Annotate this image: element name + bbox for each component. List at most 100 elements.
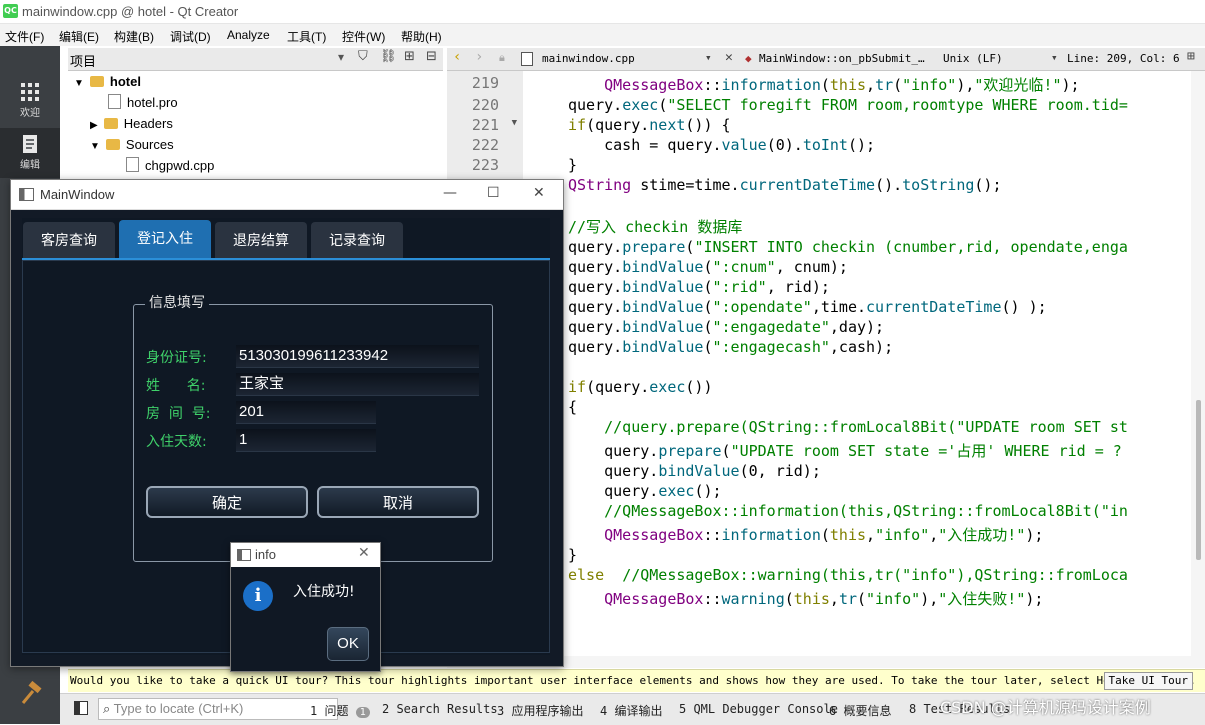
toggle-sidebar-icon[interactable]: [74, 701, 88, 715]
id-number-input[interactable]: 513030199611233942: [236, 345, 479, 368]
tab-check-in[interactable]: 登记入住: [119, 220, 211, 258]
issues-count-badge: 1: [355, 707, 370, 718]
close-icon[interactable]: ✕: [358, 545, 370, 561]
info-title: info: [255, 547, 276, 562]
take-ui-tour-button[interactable]: Take UI Tour: [1103, 672, 1193, 690]
menu-debug[interactable]: 调试(D): [170, 28, 211, 45]
minimize-icon[interactable]: —: [443, 185, 457, 201]
csdn-watermark: CSDN @计算机源码设计案例: [940, 698, 1151, 717]
tab-search-results[interactable]: 2 Search Results: [382, 702, 498, 716]
menu-bar: 文件(F) 编辑(E) 构建(B) 调试(D) Analyze 工具(T) 控件…: [0, 24, 1205, 46]
dropdown-arrow-icon[interactable]: ▾: [338, 50, 344, 64]
chevron-right-icon: ▶: [90, 120, 98, 131]
search-icon: ⌕: [103, 701, 111, 716]
tab-issues[interactable]: 1 问题 1: [310, 702, 370, 719]
line-ending-selector[interactable]: Unix (LF): [943, 52, 1003, 65]
line-number: 219: [471, 74, 499, 92]
window-app-icon: [237, 549, 251, 561]
mode-welcome[interactable]: 欢迎: [0, 76, 60, 126]
line-number: 221: [471, 116, 499, 134]
tree-item-sources[interactable]: ▼ Sources: [90, 135, 174, 155]
chevron-down-icon: ▼: [74, 78, 84, 89]
id-number-label: 身份证号:: [146, 350, 207, 366]
close-icon[interactable]: ✕: [533, 185, 545, 201]
ui-tour-bar: Would you like to take a quick UI tour? …: [68, 669, 1205, 692]
grid-icon: [21, 83, 39, 101]
split-icon[interactable]: ⊞: [404, 49, 415, 64]
info-title-bar: info ✕: [231, 543, 380, 567]
forward-arrow-icon[interactable]: ›: [475, 49, 483, 65]
line-ending-dropdown-icon[interactable]: ▾: [1051, 51, 1058, 64]
folder-icon: [103, 118, 118, 129]
ok-button[interactable]: OK: [327, 627, 369, 661]
chevron-down-icon: ▼: [90, 141, 100, 152]
window-app-icon: [19, 188, 34, 201]
mode-edit[interactable]: 编辑: [0, 128, 60, 178]
menu-analyze[interactable]: Analyze: [227, 28, 270, 42]
menu-widgets[interactable]: 控件(W): [342, 28, 385, 45]
cursor-position[interactable]: Line: 209, Col: 6: [1067, 52, 1180, 65]
fold-marker-icon[interactable]: ▼: [512, 118, 517, 128]
function-tabs: 客房查询 登记入住 退房结算 记录查询: [22, 220, 550, 258]
name-label: 姓 名:: [146, 378, 206, 394]
info-message: 入住成功!: [293, 584, 355, 600]
tab-compile-output[interactable]: 4 编译输出: [600, 702, 662, 719]
confirm-button[interactable]: 确定: [146, 486, 308, 518]
mainwindow-title: MainWindow: [40, 187, 115, 202]
folder-icon: [105, 139, 120, 150]
stay-days-input[interactable]: 1: [236, 429, 376, 452]
menu-edit[interactable]: 编辑(E): [59, 28, 99, 45]
mode-welcome-label: 欢迎: [20, 108, 40, 119]
tab-application-output[interactable]: 3 应用程序输出: [497, 702, 583, 719]
cancel-button[interactable]: 取消: [317, 486, 479, 518]
name-input[interactable]: 王家宝: [236, 373, 479, 396]
information-icon: i: [243, 581, 273, 611]
open-file-name[interactable]: mainwindow.cpp: [542, 52, 635, 65]
menu-file[interactable]: 文件(F): [5, 28, 44, 45]
line-number: 220: [471, 96, 499, 114]
tree-item-headers[interactable]: ▶ Headers: [90, 114, 173, 134]
split-editor-icon[interactable]: ⊞: [1187, 49, 1195, 64]
close-file-icon[interactable]: ✕: [725, 50, 733, 65]
tree-item-hotel[interactable]: ▼ hotel: [74, 72, 141, 92]
locator-input[interactable]: ⌕ Type to locate (Ctrl+K): [98, 698, 338, 720]
tree-item-chgpwd[interactable]: chgpwd.cpp: [126, 156, 214, 176]
code-editor[interactable]: QMessageBox::information(this,tr("info")…: [523, 71, 1191, 656]
info-message-box: info ✕ i 入住成功! OK: [230, 542, 381, 672]
filter-icon[interactable]: ⛉: [358, 49, 368, 64]
symbol-selector[interactable]: MainWindow::on_pbSubmit_…: [759, 52, 925, 65]
window-title: mainwindow.cpp @ hotel - Qt Creator: [22, 4, 239, 19]
line-number: 222: [471, 136, 499, 154]
tree-item-hotel-pro[interactable]: hotel.pro: [108, 93, 178, 113]
tab-qml-debugger-console[interactable]: 5 QML Debugger Console: [679, 702, 838, 716]
tab-room-query[interactable]: 客房查询: [23, 222, 115, 258]
groupbox-title: 信息填写: [145, 292, 209, 312]
close-panel-icon[interactable]: ⊟: [426, 49, 437, 64]
file-dropdown-arrow-icon[interactable]: ▾: [705, 51, 712, 64]
editor-vertical-scrollbar[interactable]: [1191, 71, 1205, 656]
pro-file-icon: [108, 94, 121, 109]
mainwindow-title-bar: MainWindow — ☐ ✕: [11, 180, 563, 210]
scrollbar-thumb[interactable]: [1196, 400, 1201, 560]
qt-creator-logo-icon: QC: [3, 4, 18, 18]
project-folder-icon: [89, 76, 104, 87]
ui-tour-message: Would you like to take a quick UI tour? …: [70, 674, 1196, 687]
editor-toolbar: ‹ › 🔒︎ mainwindow.cpp ▾ ✕ ◆ MainWindow::…: [447, 48, 1205, 71]
line-number: 223: [471, 156, 499, 174]
menu-help[interactable]: 帮助(H): [401, 28, 442, 45]
lock-icon: 🔒︎: [499, 51, 505, 64]
menu-build[interactable]: 构建(B): [114, 28, 154, 45]
link-icon[interactable]: ⛓: [380, 49, 397, 64]
tab-record-query[interactable]: 记录查询: [311, 222, 403, 258]
build-hammer-icon[interactable]: [18, 680, 44, 706]
tab-general-messages[interactable]: 6 概要信息: [829, 702, 891, 719]
menu-tools[interactable]: 工具(T): [287, 28, 326, 45]
tab-check-out[interactable]: 退房结算: [215, 222, 307, 258]
title-bar: QC mainwindow.cpp @ hotel - Qt Creator: [0, 0, 1205, 24]
class-symbol-icon: ◆: [745, 52, 752, 65]
back-arrow-icon[interactable]: ‹: [453, 49, 461, 65]
maximize-icon[interactable]: ☐: [487, 185, 500, 201]
room-number-label: 房 间 号:: [146, 406, 211, 422]
cpp-file-icon: [126, 157, 139, 172]
room-number-input[interactable]: 201: [236, 401, 376, 424]
